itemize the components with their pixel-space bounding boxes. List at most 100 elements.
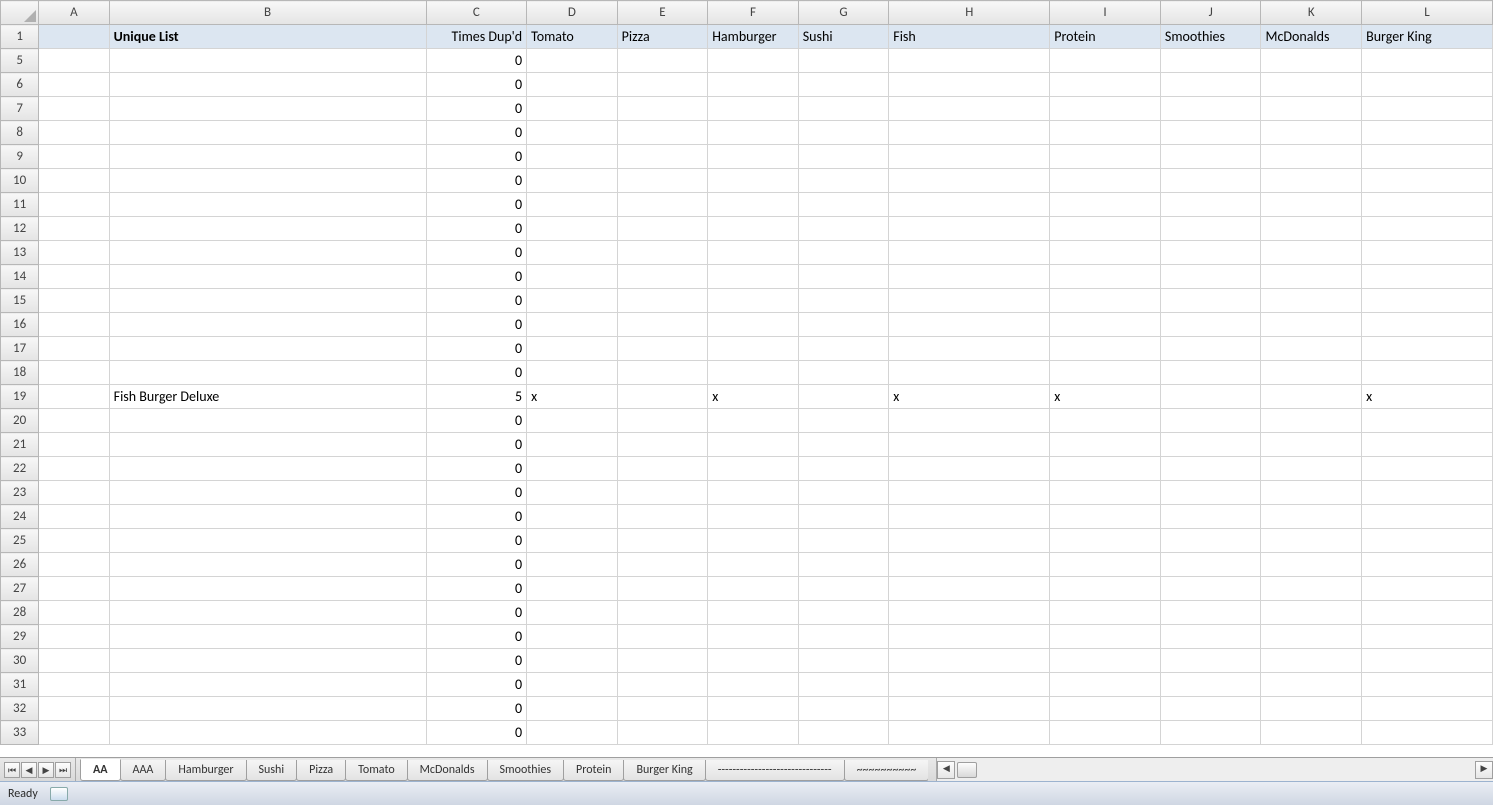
cell-F13[interactable] xyxy=(708,241,799,265)
cell-A5[interactable] xyxy=(39,49,109,73)
cell-G6[interactable] xyxy=(798,73,889,97)
col-head-D[interactable]: D xyxy=(527,1,618,25)
cell-L30[interactable] xyxy=(1362,649,1493,673)
scroll-thumb[interactable] xyxy=(957,762,977,778)
cell-E28[interactable] xyxy=(617,601,708,625)
cell-C5[interactable]: 0 xyxy=(426,49,527,73)
cell-L33[interactable] xyxy=(1362,721,1493,745)
cell-L22[interactable] xyxy=(1362,457,1493,481)
cell-I9[interactable] xyxy=(1050,145,1161,169)
cell-J31[interactable] xyxy=(1160,673,1261,697)
col-head-I[interactable]: I xyxy=(1050,1,1161,25)
row-head-16[interactable]: 16 xyxy=(1,313,39,337)
cell-A17[interactable] xyxy=(39,337,109,361)
cell-F23[interactable] xyxy=(708,481,799,505)
cell-H32[interactable] xyxy=(889,697,1050,721)
cell-C24[interactable]: 0 xyxy=(426,505,527,529)
cell-G31[interactable] xyxy=(798,673,889,697)
cell-E20[interactable] xyxy=(617,409,708,433)
cell-G27[interactable] xyxy=(798,577,889,601)
sheet-tab[interactable]: Sushi xyxy=(246,760,298,781)
cell-H11[interactable] xyxy=(889,193,1050,217)
cell-E21[interactable] xyxy=(617,433,708,457)
cell-F29[interactable] xyxy=(708,625,799,649)
cell-I13[interactable] xyxy=(1050,241,1161,265)
row-head-14[interactable]: 14 xyxy=(1,265,39,289)
cell-H20[interactable] xyxy=(889,409,1050,433)
cell-G29[interactable] xyxy=(798,625,889,649)
cell-C6[interactable]: 0 xyxy=(426,73,527,97)
cell-J6[interactable] xyxy=(1160,73,1261,97)
cell-A10[interactable] xyxy=(39,169,109,193)
cell-K28[interactable] xyxy=(1261,601,1362,625)
cell-J27[interactable] xyxy=(1160,577,1261,601)
cell-A29[interactable] xyxy=(39,625,109,649)
cell-L20[interactable] xyxy=(1362,409,1493,433)
cell-C18[interactable]: 0 xyxy=(426,361,527,385)
row-head-11[interactable]: 11 xyxy=(1,193,39,217)
cell-A18[interactable] xyxy=(39,361,109,385)
cell-K24[interactable] xyxy=(1261,505,1362,529)
cell-F26[interactable] xyxy=(708,553,799,577)
cell-B11[interactable] xyxy=(109,193,426,217)
cell-D12[interactable] xyxy=(527,217,618,241)
col-head-E[interactable]: E xyxy=(617,1,708,25)
cell-B20[interactable] xyxy=(109,409,426,433)
cell-J32[interactable] xyxy=(1160,697,1261,721)
cell-A22[interactable] xyxy=(39,457,109,481)
cell-E33[interactable] xyxy=(617,721,708,745)
col-head-C[interactable]: C xyxy=(426,1,527,25)
cell-G19[interactable] xyxy=(798,385,889,409)
cell-J24[interactable] xyxy=(1160,505,1261,529)
cell-D30[interactable] xyxy=(527,649,618,673)
col-head-L[interactable]: L xyxy=(1362,1,1493,25)
cell-I14[interactable] xyxy=(1050,265,1161,289)
cell-F27[interactable] xyxy=(708,577,799,601)
cell-C30[interactable]: 0 xyxy=(426,649,527,673)
cell-H16[interactable] xyxy=(889,313,1050,337)
cell-J26[interactable] xyxy=(1160,553,1261,577)
cell-B5[interactable] xyxy=(109,49,426,73)
cell-G11[interactable] xyxy=(798,193,889,217)
cell-D22[interactable] xyxy=(527,457,618,481)
cell-K7[interactable] xyxy=(1261,97,1362,121)
cell-K23[interactable] xyxy=(1261,481,1362,505)
cell-C15[interactable]: 0 xyxy=(426,289,527,313)
cell-L29[interactable] xyxy=(1362,625,1493,649)
cell-I5[interactable] xyxy=(1050,49,1161,73)
col-head-B[interactable]: B xyxy=(109,1,426,25)
cell-K27[interactable] xyxy=(1261,577,1362,601)
cell-G14[interactable] xyxy=(798,265,889,289)
cell-B33[interactable] xyxy=(109,721,426,745)
cell-F1[interactable]: Hamburger xyxy=(708,25,799,49)
cell-F10[interactable] xyxy=(708,169,799,193)
cell-L5[interactable] xyxy=(1362,49,1493,73)
cell-H1[interactable]: Fish xyxy=(889,25,1050,49)
cell-D5[interactable] xyxy=(527,49,618,73)
cell-E24[interactable] xyxy=(617,505,708,529)
cell-D14[interactable] xyxy=(527,265,618,289)
cell-H31[interactable] xyxy=(889,673,1050,697)
cell-G12[interactable] xyxy=(798,217,889,241)
cell-K11[interactable] xyxy=(1261,193,1362,217)
cell-F15[interactable] xyxy=(708,289,799,313)
cell-D19[interactable]: x xyxy=(527,385,618,409)
cell-B19[interactable]: Fish Burger Deluxe xyxy=(109,385,426,409)
cell-C31[interactable]: 0 xyxy=(426,673,527,697)
cell-B31[interactable] xyxy=(109,673,426,697)
cell-K6[interactable] xyxy=(1261,73,1362,97)
cell-G8[interactable] xyxy=(798,121,889,145)
cell-I16[interactable] xyxy=(1050,313,1161,337)
cell-D15[interactable] xyxy=(527,289,618,313)
cell-H26[interactable] xyxy=(889,553,1050,577)
cell-G24[interactable] xyxy=(798,505,889,529)
cell-F9[interactable] xyxy=(708,145,799,169)
cell-C8[interactable]: 0 xyxy=(426,121,527,145)
row-head-28[interactable]: 28 xyxy=(1,601,39,625)
cell-C33[interactable]: 0 xyxy=(426,721,527,745)
cell-K22[interactable] xyxy=(1261,457,1362,481)
cell-H10[interactable] xyxy=(889,169,1050,193)
cell-G9[interactable] xyxy=(798,145,889,169)
cell-H14[interactable] xyxy=(889,265,1050,289)
cell-H5[interactable] xyxy=(889,49,1050,73)
